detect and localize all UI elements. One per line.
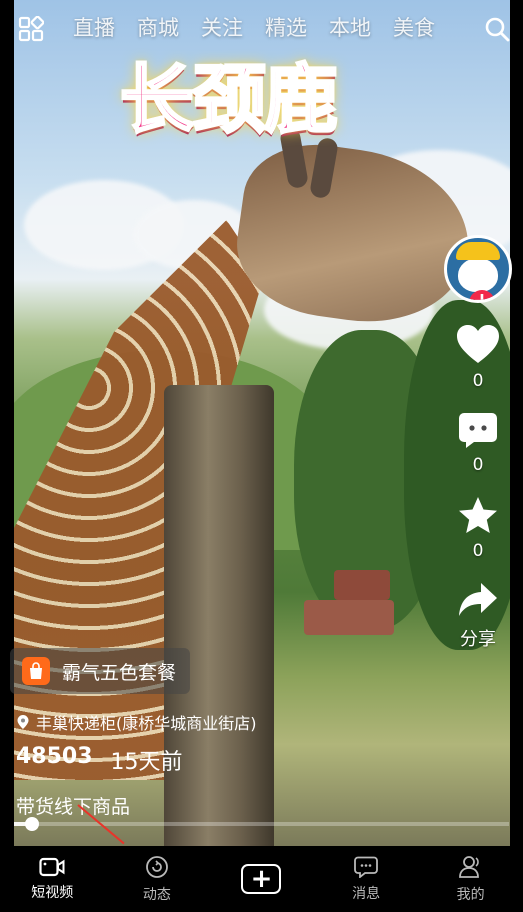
product-tag[interactable]: 霸气五色套餐 [10,648,191,694]
tab-live[interactable]: 直播 [73,12,115,42]
playback-progress[interactable] [14,817,509,831]
share-label: 分享 [460,629,496,650]
top-tabs: 直播 商城 关注 精选 本地 美食 [73,12,435,42]
like-count: 0 [472,371,484,391]
avatar-face [458,258,498,292]
nav-label: 消息 [352,885,381,902]
nav-short-video[interactable]: 短视频 [0,846,105,912]
share-button[interactable]: 分享 [457,581,499,651]
chat-bubble-icon [354,856,378,878]
video-caption: 带货线下商品 [16,796,131,818]
roof [334,570,390,600]
nav-label: 短视频 [31,884,74,901]
shopping-bag-icon [22,657,50,685]
progress-knob[interactable] [24,817,39,831]
location-pin-icon [17,715,29,729]
avatar-hat [456,242,500,260]
video-title-sticker: 长颈鹿 [119,56,340,145]
tab-following[interactable]: 关注 [201,12,243,42]
action-rail: + 0 0 0 分享 [443,235,513,651]
comment-icon [459,413,497,448]
share-icon [459,583,497,616]
nav-me[interactable]: 我的 [418,846,523,912]
person-icon [458,855,479,878]
heart-icon [457,325,499,363]
tab-food[interactable]: 美食 [393,12,435,42]
refresh-circle-icon [145,855,168,878]
comment-count: 0 [472,455,484,475]
nav-create[interactable]: + [209,846,314,912]
avatar[interactable]: + [444,235,512,303]
comment-button[interactable]: 0 [458,411,498,475]
roof [304,600,394,635]
video-camera-icon [39,857,65,876]
nav-feed[interactable]: 动态 [105,846,210,912]
video-stats: 48503 15天前 [16,744,183,776]
product-name: 霸气五色套餐 [62,661,177,684]
bottom-nav: 短视频 动态 + 消息 我的 [0,846,523,912]
view-count: 48503 [16,744,93,769]
star-icon [459,497,497,533]
nav-messages[interactable]: 消息 [314,846,419,912]
plus-icon: + [241,864,282,894]
like-button[interactable]: 0 [455,323,501,391]
tab-local[interactable]: 本地 [329,12,371,42]
search-icon[interactable] [484,16,510,42]
tab-featured[interactable]: 精选 [265,12,307,42]
location-tag[interactable]: 丰巢快递柜(康桥华城商业街店) [16,710,257,734]
tab-mall[interactable]: 商城 [137,12,179,42]
favorite-count: 0 [472,541,484,561]
follow-button[interactable]: + [469,290,495,300]
favorite-button[interactable]: 0 [457,495,499,561]
nav-label: 动态 [142,886,171,903]
grid-menu-icon[interactable] [18,16,44,42]
nav-label: 我的 [456,886,485,903]
posted-time: 15天前 [110,750,183,775]
tree-stump [164,385,274,846]
location-name: 丰巢快递柜(康桥华城商业街店) [36,714,257,733]
